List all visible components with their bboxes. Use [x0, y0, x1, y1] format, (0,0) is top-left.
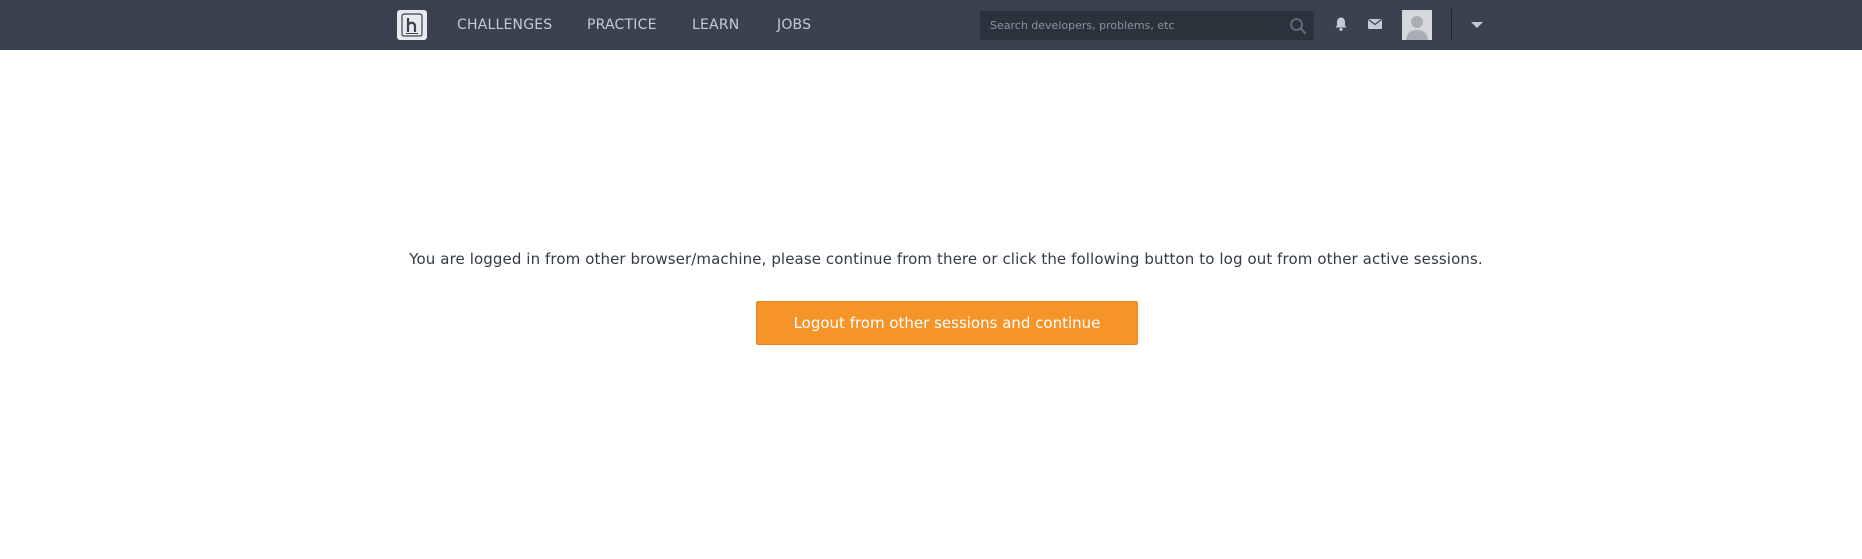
avatar-placeholder-icon: [1402, 10, 1432, 40]
user-avatar[interactable]: [1402, 10, 1432, 40]
nav-jobs[interactable]: JOBS: [777, 0, 811, 50]
session-warning-message: You are logged in from other browser/mac…: [409, 250, 1483, 268]
search-icon[interactable]: [1289, 17, 1307, 35]
nav-practice[interactable]: PRACTICE: [587, 0, 657, 50]
bell-icon[interactable]: [1333, 16, 1349, 32]
navbar-divider: [1451, 9, 1452, 41]
search-box: [980, 11, 1314, 40]
nav-challenges[interactable]: CHALLENGES: [457, 0, 552, 50]
logout-other-sessions-button[interactable]: Logout from other sessions and continue: [756, 301, 1138, 345]
hackerrank-logo[interactable]: [397, 10, 427, 40]
mail-icon[interactable]: [1367, 17, 1383, 31]
search-input[interactable]: [980, 11, 1280, 40]
nav-learn[interactable]: LEARN: [692, 0, 739, 50]
chevron-down-icon[interactable]: [1470, 20, 1484, 30]
logo-h-icon: [401, 13, 423, 37]
top-navbar: CHALLENGES PRACTICE LEARN JOBS: [0, 0, 1862, 50]
